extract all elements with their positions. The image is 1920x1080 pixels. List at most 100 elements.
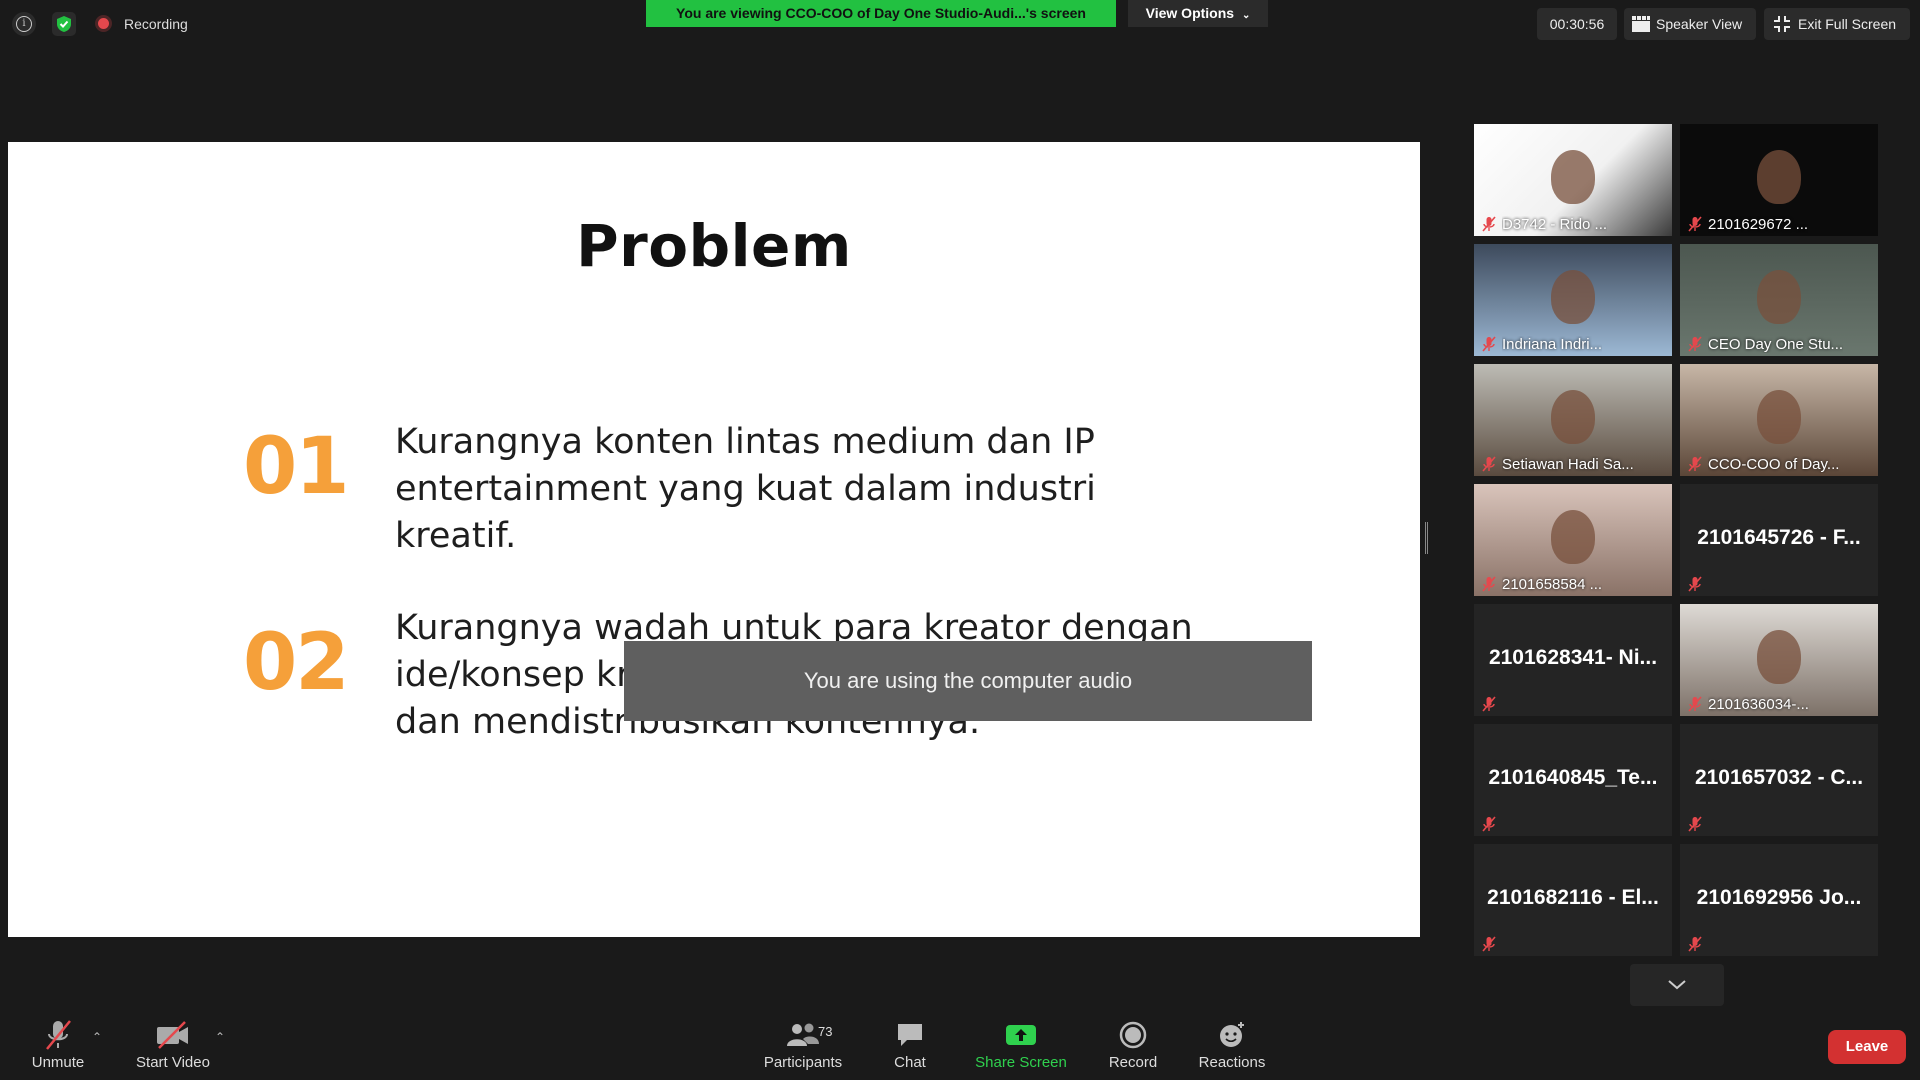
participant-tile[interactable]: CEO Day One Stu...	[1680, 244, 1878, 356]
participant-name: 2101636034-...	[1708, 696, 1809, 713]
speaker-view-label: Speaker View	[1656, 16, 1743, 32]
participant-tile[interactable]: 2101645726 - F...	[1680, 484, 1878, 596]
participants-icon	[787, 1023, 819, 1046]
participant-tile[interactable]: D3742 - Rido ...	[1474, 124, 1672, 236]
participant-tile[interactable]: 2101640845_Te...	[1474, 724, 1672, 836]
muted-microphone-icon	[1482, 216, 1496, 232]
participant-name: 2101692956 Jo...	[1696, 886, 1862, 909]
slide-title: Problem	[576, 212, 852, 280]
muted-microphone-icon	[1688, 816, 1702, 832]
participant-tile[interactable]: 2101692956 Jo...	[1680, 844, 1878, 956]
participant-name: 2101628341- Ni...	[1488, 646, 1658, 669]
muted-microphone-icon	[1482, 696, 1496, 712]
microphone-muted-icon	[46, 1020, 71, 1050]
participant-name: CCO-COO of Day...	[1708, 456, 1840, 473]
muted-microphone-icon	[1688, 696, 1702, 712]
start-video-label: Start Video	[136, 1054, 210, 1071]
gallery-next-page-button[interactable]	[1630, 964, 1724, 1006]
participant-name: CEO Day One Stu...	[1708, 336, 1844, 353]
recording-label: Recording	[124, 16, 188, 32]
participant-silhouette	[1551, 270, 1595, 324]
exit-full-screen-button[interactable]: Exit Full Screen	[1764, 8, 1910, 40]
muted-microphone-icon	[1482, 576, 1496, 592]
participant-name: 2101640845_Te...	[1488, 766, 1658, 789]
speaker-view-button[interactable]: Speaker View	[1624, 8, 1756, 40]
viewing-screen-banner: You are viewing CCO-COO of Day One Studi…	[646, 0, 1116, 27]
unmute-label: Unmute	[31, 1054, 85, 1071]
reactions-button[interactable]: Reactions	[1177, 1018, 1287, 1078]
participant-tile[interactable]: 2101628341- Ni...	[1474, 604, 1672, 716]
participants-button[interactable]: 73 Participants	[748, 1018, 858, 1078]
record-icon	[1119, 1021, 1147, 1049]
chat-button[interactable]: Chat	[855, 1018, 965, 1078]
muted-microphone-icon	[1688, 936, 1702, 952]
record-label: Record	[1108, 1054, 1158, 1071]
participant-silhouette	[1551, 150, 1595, 204]
reactions-label: Reactions	[1198, 1054, 1266, 1071]
video-options-caret-icon[interactable]: ⌃	[215, 1030, 229, 1044]
chevron-down-icon	[1668, 980, 1686, 990]
slide-item-number: 02	[243, 618, 350, 708]
muted-microphone-icon	[1688, 576, 1702, 592]
participant-tile[interactable]: Indriana Indri...	[1474, 244, 1672, 356]
video-camera-muted-icon	[157, 1021, 188, 1049]
participant-tile[interactable]: Setiawan Hadi Sa...	[1474, 364, 1672, 476]
share-screen-label: Share Screen	[975, 1054, 1067, 1071]
chat-bubble-icon	[898, 1024, 922, 1046]
participant-name: 2101629672 ...	[1708, 216, 1809, 233]
participant-tile[interactable]: CCO-COO of Day...	[1680, 364, 1878, 476]
participant-name: Indriana Indri...	[1502, 336, 1603, 353]
participant-name: 2101657032 - C...	[1694, 766, 1864, 789]
participant-silhouette	[1551, 390, 1595, 444]
muted-microphone-icon	[1482, 456, 1496, 472]
participants-count: 73	[818, 1024, 833, 1039]
view-options-button[interactable]: View Options ⌄	[1128, 0, 1268, 27]
participant-tile[interactable]: 2101682116 - El...	[1474, 844, 1672, 956]
smiley-reaction-icon	[1220, 1022, 1244, 1047]
slide-item-number: 01	[243, 422, 350, 512]
top-bar: i Recording You are viewing CCO-COO of D…	[0, 0, 1920, 48]
panel-resize-handle[interactable]	[1425, 522, 1428, 554]
muted-microphone-icon	[1688, 216, 1702, 232]
view-options-label: View Options	[1145, 5, 1235, 21]
participant-name: 2101645726 - F...	[1697, 526, 1861, 549]
slide-item-text: Kurangnya konten lintas medium dan IP en…	[395, 422, 1096, 556]
leave-meeting-button[interactable]: Leave	[1828, 1030, 1906, 1064]
unmute-button[interactable]: Unmute	[3, 1018, 113, 1078]
participant-silhouette	[1757, 390, 1801, 444]
computer-audio-toast: You are using the computer audio	[624, 641, 1312, 721]
participant-silhouette	[1551, 510, 1595, 564]
participant-name: 2101682116 - El...	[1487, 886, 1659, 909]
participant-silhouette	[1757, 630, 1801, 684]
chevron-down-icon: ⌄	[1241, 10, 1251, 21]
start-video-button[interactable]: Start Video	[118, 1018, 228, 1078]
muted-microphone-icon	[1482, 816, 1496, 832]
exit-full-screen-icon	[1774, 16, 1790, 32]
participant-tile[interactable]: 2101629672 ...	[1680, 124, 1878, 236]
meeting-toolbar: Unmute ⌃ Start Video ⌃ 73 Participants C…	[0, 1010, 1920, 1080]
muted-microphone-icon	[1482, 336, 1496, 352]
meeting-timer: 00:30:56	[1537, 8, 1617, 40]
muted-microphone-icon	[1688, 456, 1702, 472]
participant-silhouette	[1757, 150, 1801, 204]
participant-name: Setiawan Hadi Sa...	[1502, 456, 1634, 473]
participant-silhouette	[1757, 270, 1801, 324]
speaker-view-icon	[1632, 16, 1650, 32]
share-screen-button[interactable]: Share Screen	[966, 1018, 1076, 1078]
participant-name: D3742 - Rido ...	[1502, 216, 1608, 233]
shared-screen-slide: Problem 01 Kurangnya konten lintas mediu…	[8, 142, 1420, 937]
chat-label: Chat	[894, 1054, 926, 1071]
participant-tile[interactable]: 2101636034-...	[1680, 604, 1878, 716]
participant-tile[interactable]: 2101657032 - C...	[1680, 724, 1878, 836]
audio-options-caret-icon[interactable]: ⌃	[92, 1030, 106, 1044]
share-screen-arrow-icon	[1006, 1025, 1036, 1045]
participant-name: 2101658584 ...	[1502, 576, 1603, 593]
info-icon[interactable]: i	[12, 12, 36, 36]
muted-microphone-icon	[1482, 936, 1496, 952]
exit-full-screen-label: Exit Full Screen	[1798, 16, 1897, 32]
muted-microphone-icon	[1688, 336, 1702, 352]
participant-tile[interactable]: 2101658584 ...	[1474, 484, 1672, 596]
record-button[interactable]: Record	[1078, 1018, 1188, 1078]
security-shield-icon[interactable]	[52, 12, 76, 36]
recording-dot-icon	[98, 18, 109, 29]
